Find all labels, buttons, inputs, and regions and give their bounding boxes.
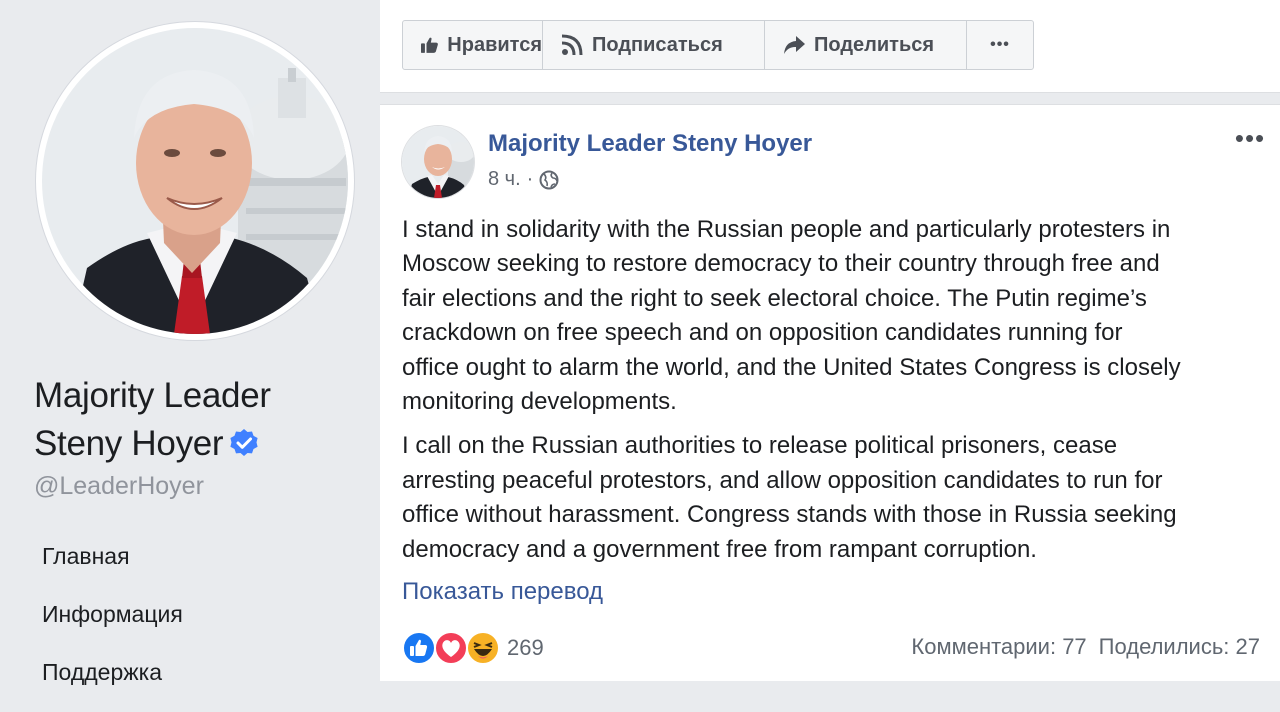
- post-timestamp[interactable]: 8 ч.: [488, 168, 521, 191]
- post-text-line: arresting peaceful protestors, and allow…: [402, 466, 1163, 494]
- nav-item-support[interactable]: Поддержка: [42, 654, 183, 712]
- share-page-label: Поделиться: [814, 33, 935, 56]
- post-paragraph-1: I stand in solidarity with the Russian p…: [402, 213, 1270, 419]
- page-nav: Главная Информация Поддержка: [42, 538, 183, 712]
- globe-icon[interactable]: [539, 170, 559, 190]
- like-page-label: Нравится: [447, 33, 542, 56]
- profile-picture[interactable]: [36, 22, 354, 340]
- subscribe-button[interactable]: Подписаться: [543, 21, 765, 69]
- post-text-line: fair elections and the right to seek ele…: [402, 284, 1147, 312]
- like-page-button[interactable]: Нравится: [403, 21, 543, 69]
- post-text-line: office ought to alarm the world, and the…: [402, 353, 1181, 381]
- post-author-avatar[interactable]: [402, 126, 474, 198]
- rss-icon: [561, 34, 583, 56]
- profile-photo-image: [42, 28, 348, 334]
- share-page-button[interactable]: Поделиться: [765, 21, 967, 69]
- post-paragraph-2: I call on the Russian authorities to rel…: [402, 429, 1270, 567]
- page-sidebar: Majority Leader Steny Hoyer @LeaderHoyer…: [0, 0, 380, 685]
- page-title-line2: Steny Hoyer: [34, 424, 224, 463]
- nav-item-home[interactable]: Главная: [42, 538, 183, 596]
- post-options-button[interactable]: •••: [1232, 125, 1268, 152]
- more-icon: •••: [990, 36, 1010, 53]
- show-translation-link[interactable]: Показать перевод: [402, 578, 603, 606]
- more-actions-button[interactable]: •••: [967, 21, 1033, 69]
- post-meta: 8 ч. ·: [488, 168, 559, 191]
- post-body: I stand in solidarity with the Russian p…: [402, 213, 1270, 577]
- thumbs-up-icon: [421, 37, 438, 53]
- post-text-line: office without harassment. Congress stan…: [402, 501, 1177, 529]
- page-action-bar: Нравится Подписаться Поделиться •••: [402, 20, 1034, 70]
- meta-separator: ·: [526, 168, 534, 190]
- like-reaction-icon: [402, 631, 436, 665]
- love-reaction-icon: [434, 631, 468, 665]
- post-text-line: I stand in solidarity with the Russian p…: [402, 216, 1171, 243]
- shares-count[interactable]: Поделились: 27: [1099, 634, 1260, 660]
- reactions-summary[interactable]: 269: [402, 630, 544, 666]
- page-username: @LeaderHoyer: [34, 472, 204, 500]
- verified-badge-icon: [229, 423, 259, 456]
- subscribe-label: Подписаться: [592, 33, 723, 56]
- nav-item-about[interactable]: Информация: [42, 596, 183, 654]
- post-text-line: I call on the Russian authorities to rel…: [402, 432, 1118, 460]
- post-text-line: monitoring developments.: [402, 388, 677, 416]
- post-text-line: democracy and a government free from ram…: [402, 535, 1037, 563]
- comments-count[interactable]: Комментарии: 77: [911, 634, 1086, 660]
- post-stats: Комментарии: 77 Поделились: 27: [911, 634, 1260, 660]
- reaction-count: 269: [507, 635, 544, 660]
- post-text-line: Moscow seeking to restore democracy to t…: [402, 250, 1160, 278]
- share-arrow-icon: [784, 36, 805, 54]
- page-title-line1: Majority Leader: [34, 376, 271, 415]
- haha-reaction-icon: [466, 631, 500, 665]
- reaction-icons: [402, 631, 502, 665]
- page-title: Majority Leader Steny Hoyer: [34, 372, 364, 468]
- post-text-line: crackdown on free speech and on oppositi…: [402, 319, 1123, 347]
- post-author-name[interactable]: Majority Leader Steny Hoyer: [488, 130, 812, 158]
